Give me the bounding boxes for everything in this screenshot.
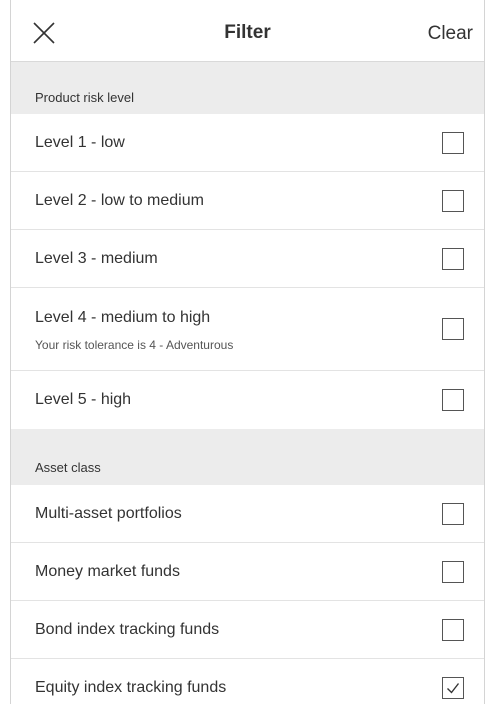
- filter-option-money-market[interactable]: Money market funds: [11, 543, 484, 601]
- option-label: Level 4 - medium to high: [35, 309, 211, 326]
- clear-button[interactable]: Clear: [428, 23, 473, 45]
- checkbox[interactable]: [442, 132, 464, 154]
- option-label: Level 2 - low to medium: [35, 192, 204, 209]
- filter-option-level-3[interactable]: Level 3 - medium: [11, 230, 484, 288]
- option-label: Money market funds: [35, 563, 180, 580]
- section-header-asset-class: Asset class: [11, 429, 484, 485]
- checkbox[interactable]: [442, 190, 464, 212]
- option-label: Equity index tracking funds: [35, 679, 227, 696]
- checkbox[interactable]: [442, 318, 464, 340]
- checkbox[interactable]: [442, 389, 464, 411]
- filter-panel: Filter Clear Product risk level Level 1 …: [10, 0, 485, 704]
- checkbox[interactable]: [442, 503, 464, 525]
- filter-option-level-1[interactable]: Level 1 - low: [11, 114, 484, 172]
- checkbox[interactable]: [442, 677, 464, 699]
- checkbox[interactable]: [442, 561, 464, 583]
- filter-option-level-2[interactable]: Level 2 - low to medium: [11, 172, 484, 230]
- option-label: Level 3 - medium: [35, 250, 158, 267]
- checkmark-icon: [447, 683, 460, 694]
- option-label: Bond index tracking funds: [35, 621, 220, 638]
- filter-option-level-5[interactable]: Level 5 - high: [11, 371, 484, 429]
- filter-option-level-4[interactable]: Level 4 - medium to high Your risk toler…: [11, 288, 484, 371]
- option-label: Level 5 - high: [35, 391, 132, 408]
- risk-tolerance-note: Your risk tolerance is 4 - Adventurous: [35, 338, 234, 352]
- filter-header: Filter Clear: [11, 0, 484, 62]
- filter-option-multi-asset[interactable]: Multi-asset portfolios: [11, 485, 484, 543]
- filter-option-equity-index[interactable]: Equity index tracking funds: [11, 659, 484, 717]
- page-title: Filter: [224, 22, 271, 43]
- option-label: Level 1 - low: [35, 134, 125, 151]
- close-icon: [33, 22, 55, 44]
- option-label: Multi-asset portfolios: [35, 505, 182, 522]
- close-button[interactable]: [31, 20, 57, 46]
- checkbox[interactable]: [442, 248, 464, 270]
- filter-option-bond-index[interactable]: Bond index tracking funds: [11, 601, 484, 659]
- section-header-risk-level: Product risk level: [11, 62, 484, 114]
- checkbox[interactable]: [442, 619, 464, 641]
